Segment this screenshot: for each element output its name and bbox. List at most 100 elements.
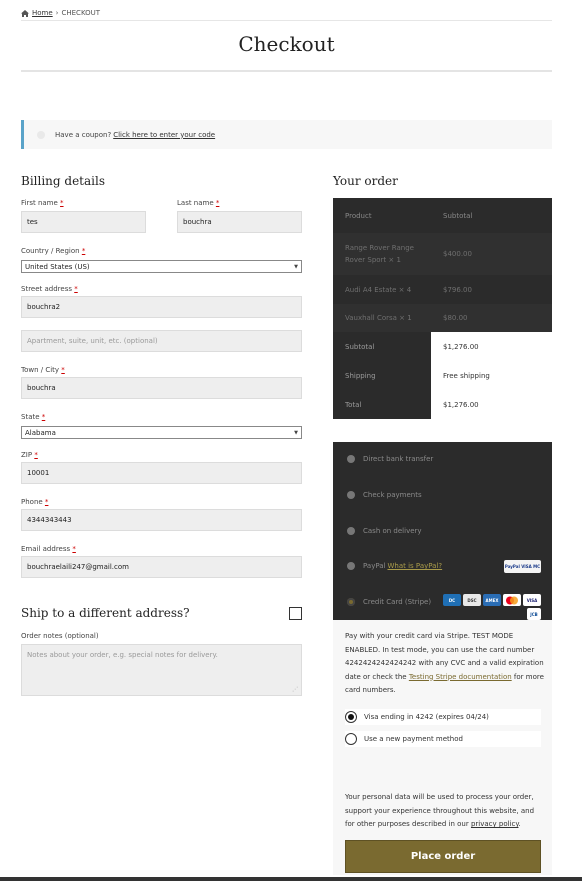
radio-icon[interactable]	[347, 527, 355, 535]
street-label: Street address *	[21, 285, 78, 293]
breadcrumb-home-link[interactable]: Home	[32, 9, 53, 17]
top-divider	[21, 20, 552, 21]
radio-icon[interactable]	[347, 491, 355, 499]
city-field[interactable]: bouchra	[21, 377, 302, 399]
new-payment-label: Use a new payment method	[364, 735, 463, 743]
subtotal-label: Subtotal	[333, 332, 431, 361]
place-order-button[interactable]: Place order	[345, 840, 541, 873]
shipping-row: Shipping Free shipping	[333, 361, 552, 390]
order-notes-placeholder: Notes about your order, e.g. special not…	[27, 651, 218, 659]
shipping-label: Shipping	[333, 361, 431, 390]
checkout-page: Home › CHECKOUT Checkout Have a coupon? …	[0, 0, 582, 881]
page-title: Checkout	[238, 32, 335, 56]
privacy-policy-link[interactable]: privacy policy	[471, 820, 519, 828]
breadcrumb-current: CHECKOUT	[61, 9, 101, 17]
radio-icon[interactable]	[347, 455, 355, 463]
payment-option-label: Credit Card (Stripe)	[363, 598, 432, 606]
radio-icon[interactable]	[347, 562, 355, 570]
paypal-logo-icon: PayPal VISA MC	[504, 560, 541, 573]
total-label: Total	[333, 390, 431, 419]
total-row: Total $1,276.00	[333, 390, 552, 419]
visa-icon: VISA	[523, 594, 541, 606]
chevron-down-icon: ▼	[294, 430, 298, 436]
jcb-icon: JCB	[527, 608, 541, 620]
product-name: Audi A4 Estate × 4	[345, 285, 412, 294]
your-order-title: Your order	[333, 174, 398, 188]
stripe-description: Pay with your credit card via Stripe. TE…	[345, 632, 544, 694]
coupon-icon	[37, 130, 45, 139]
card-logos: DC DSC AMEX VISA JCB	[437, 594, 541, 620]
payment-option-label: PayPal	[363, 562, 386, 570]
payment-option-credit-card[interactable]: Credit Card (Stripe)	[347, 598, 431, 606]
shipping-value: Free shipping	[431, 361, 552, 390]
first-name-label: First name *	[21, 199, 64, 207]
coupon-text: Have a coupon?	[55, 130, 112, 139]
payment-option-label: Check payments	[363, 491, 422, 499]
saved-card-option[interactable]: Visa ending in 4242 (expires 04/24)	[345, 709, 541, 725]
payment-methods: Direct bank transfer Check payments Cash…	[333, 442, 552, 620]
radio-selected-icon[interactable]	[347, 598, 355, 606]
product-price: $80.00	[443, 314, 468, 322]
zip-field[interactable]: 10001	[21, 462, 302, 484]
ship-different-title: Ship to a different address?	[21, 606, 190, 620]
privacy-notice: Your personal data will be used to proce…	[345, 793, 535, 828]
coupon-notice: Have a coupon? Click here to enter your …	[21, 120, 552, 149]
resize-grip-icon[interactable]: ⋰	[292, 686, 298, 693]
radio-selected-icon[interactable]	[345, 711, 357, 723]
testing-stripe-link[interactable]: Testing Stripe documentation	[409, 673, 512, 681]
order-table-header: Product Subtotal	[333, 198, 552, 233]
country-select[interactable]: United States (US) ▼	[21, 260, 302, 273]
payment-option-check[interactable]: Check payments	[347, 491, 422, 499]
order-notes-textarea[interactable]: Notes about your order, e.g. special not…	[21, 644, 302, 696]
breadcrumb-separator: ›	[55, 9, 59, 17]
last-name-field[interactable]: bouchra	[177, 211, 302, 233]
subtotal-row: Subtotal $1,276.00	[333, 332, 552, 361]
state-select[interactable]: Alabama ▼	[21, 426, 302, 439]
ship-different-checkbox[interactable]	[289, 607, 302, 620]
table-row: Audi A4 Estate × 4 $796.00	[333, 275, 552, 304]
zip-label: ZIP *	[21, 451, 38, 459]
table-row: Vauxhall Corsa × 1 $80.00	[333, 304, 552, 332]
product-price: $796.00	[443, 285, 472, 294]
email-field[interactable]: bouchraelaili247@gmail.com	[21, 556, 302, 578]
first-name-field[interactable]: tes	[21, 211, 146, 233]
street2-field[interactable]: Apartment, suite, unit, etc. (optional)	[21, 330, 302, 352]
discover-icon: DSC	[463, 594, 481, 606]
diners-icon: DC	[443, 594, 461, 606]
stripe-panel: Pay with your credit card via Stripe. TE…	[333, 620, 552, 875]
billing-title: Billing details	[21, 174, 105, 188]
product-name: Range Rover Range Rover Sport × 1	[345, 244, 414, 264]
coupon-link[interactable]: Click here to enter your code	[113, 131, 215, 139]
new-payment-option[interactable]: Use a new payment method	[345, 731, 541, 747]
state-label: State *	[21, 413, 46, 421]
phone-label: Phone *	[21, 498, 49, 506]
home-icon	[21, 9, 29, 17]
country-label: Country / Region *	[21, 247, 86, 255]
payment-option-paypal[interactable]: PayPal What is PayPal?	[347, 562, 442, 570]
payment-option-cod[interactable]: Cash on delivery	[347, 527, 422, 535]
radio-icon[interactable]	[345, 733, 357, 745]
mastercard-icon	[503, 594, 521, 606]
phone-field[interactable]: 4344343443	[21, 509, 302, 531]
email-label: Email address *	[21, 545, 76, 553]
breadcrumb: Home › CHECKOUT	[21, 9, 100, 17]
order-table: Product Subtotal Range Rover Range Rover…	[333, 198, 552, 419]
saved-card-label: Visa ending in 4242 (expires 04/24)	[364, 713, 489, 721]
payment-option-label: Cash on delivery	[363, 527, 422, 535]
chevron-down-icon: ▼	[294, 264, 298, 270]
subtotal-value: $1,276.00	[431, 332, 552, 361]
payment-option-bank[interactable]: Direct bank transfer	[347, 455, 433, 463]
product-price: $400.00	[443, 250, 472, 258]
payment-option-label: Direct bank transfer	[363, 455, 434, 463]
bottom-scrollbar	[0, 877, 582, 881]
last-name-label: Last name *	[177, 199, 220, 207]
street-field[interactable]: bouchra2	[21, 296, 302, 318]
what-is-paypal-link[interactable]: What is PayPal?	[387, 562, 442, 570]
product-name: Vauxhall Corsa × 1	[345, 314, 412, 322]
order-notes-label: Order notes (optional)	[21, 632, 99, 640]
subtotal-column-header: Subtotal	[443, 211, 473, 220]
city-label: Town / City *	[21, 366, 65, 374]
table-row: Range Rover Range Rover Sport × 1 $400.0…	[333, 233, 552, 275]
title-divider	[21, 70, 552, 72]
product-column-header: Product	[345, 211, 372, 220]
